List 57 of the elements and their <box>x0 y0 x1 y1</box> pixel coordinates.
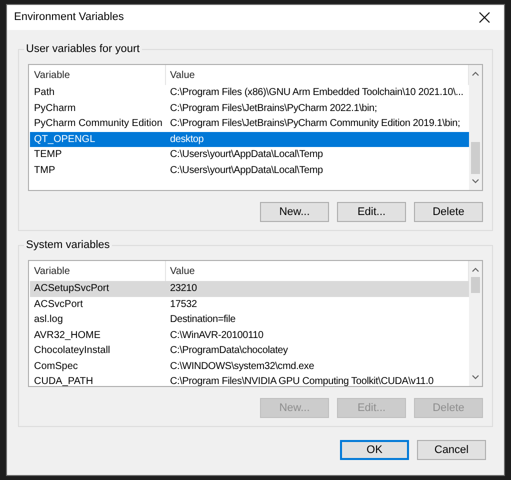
variable-cell-text: ChocolateyInstall <box>33 344 112 358</box>
variable-cell-text: PyCharm Community Edition <box>33 117 164 132</box>
variable-cell-text: TEMP <box>33 148 63 162</box>
value-cell-text: C:\ProgramData\chocolatey <box>169 344 288 358</box>
scroll-up-icon[interactable] <box>472 71 479 76</box>
value-cell-text: C:\Program Files\JetBrains\PyCharm 2022.1\bin; <box>169 102 377 116</box>
dialog-button[interactable]: Cancel <box>417 440 486 460</box>
action-button[interactable]: Delete <box>414 202 483 222</box>
variable-cell-text: asl.log <box>33 313 64 328</box>
list-row[interactable]: asl.log Destination=file <box>30 312 469 328</box>
list-row[interactable]: PyCharm Community Edition C:\Program Files\JetBrains\PyCharm Community Edition 2019.1\bin; <box>30 116 469 132</box>
group-title: User variables for yourt <box>24 42 142 56</box>
value-cell-text: 17532 <box>169 298 197 312</box>
value-cell-text: C:\WinAVR-20100110 <box>169 328 264 343</box>
action-button[interactable]: Edit... <box>337 202 406 222</box>
value-cell-text: C:\Program Files\JetBrains\PyCharm Community Edition 2019.1\bin; <box>169 117 460 132</box>
scrollbar[interactable] <box>469 65 482 190</box>
value-cell-text: C:\WINDOWS\system32\cmd.exe <box>169 360 314 374</box>
list-row[interactable]: TEMP C:\Users\yourt\AppData\Local\Temp <box>30 147 469 162</box>
group-title: System variables <box>24 238 112 252</box>
scroll-down-icon[interactable] <box>472 375 479 380</box>
scrollbar[interactable] <box>469 261 482 386</box>
value-cell-text: C:\Users\yourt\AppData\Local\Temp <box>169 164 323 178</box>
variable-cell-text: ACSvcPort <box>33 298 84 312</box>
variable-cell-text: Path <box>33 86 56 100</box>
scroll-thumb[interactable] <box>471 277 480 293</box>
column-header[interactable]: Variable <box>30 65 166 85</box>
list-row[interactable]: QT_OPENGL desktop <box>30 132 469 147</box>
list-row[interactable]: ACSetupSvcPort 23210 <box>30 281 469 296</box>
value-cell-text: Destination=file <box>169 313 236 328</box>
value-cell-text: C:\Program Files (x86)\GNU Arm Embedded Toolchain\10 2021.10\... <box>169 86 464 100</box>
dialog-button[interactable]: OK <box>340 440 409 460</box>
value-cell-text: 23210 <box>169 282 197 296</box>
list-row[interactable]: CUDA_PATH C:\Program Files\NVIDIA GPU Computing Toolkit\CUDA\v11.0 <box>30 374 469 386</box>
list-row[interactable]: ComSpec C:\WINDOWS\system32\cmd.exe <box>30 358 469 374</box>
variable-cell-text: QT_OPENGL <box>33 132 96 147</box>
scroll-up-icon[interactable] <box>472 267 479 272</box>
variable-cell-text: ACSetupSvcPort <box>33 282 110 296</box>
value-cell-text: C:\Program Files\NVIDIA GPU Computing Toolkit\CUDA\v11.0 <box>169 375 434 386</box>
variable-cell-text: TMP <box>33 164 56 178</box>
variable-cell-text: ComSpec <box>33 360 79 374</box>
close-icon[interactable] <box>479 12 490 23</box>
window-title: Environment Variables <box>14 10 124 26</box>
scroll-down-icon[interactable] <box>472 179 479 184</box>
variable-cell-text: CUDA_PATH <box>33 375 94 386</box>
value-cell-text: desktop <box>169 132 204 147</box>
value-cell-text: C:\Users\yourt\AppData\Local\Temp <box>169 148 323 162</box>
variable-cell-text: PyCharm <box>33 102 77 116</box>
list-row[interactable]: ACSvcPort 17532 <box>30 296 469 312</box>
list-row[interactable]: AVR32_HOME C:\WinAVR-20100110 <box>30 328 469 343</box>
list-row[interactable]: PyCharm C:\Program Files\JetBrains\PyCharm 2022.1\bin; <box>30 100 469 116</box>
variable-cell-text: AVR32_HOME <box>33 328 102 343</box>
scroll-thumb[interactable] <box>471 142 480 174</box>
list-row[interactable]: Path C:\Program Files (x86)\GNU Arm Embedded Toolchain\10 2021.10\... <box>30 85 469 100</box>
action-button[interactable]: New... <box>260 202 329 222</box>
list-row[interactable]: ChocolateyInstall C:\ProgramData\chocolatey <box>30 343 469 358</box>
list-row[interactable]: TMP C:\Users\yourt\AppData\Local\Temp <box>30 162 469 178</box>
